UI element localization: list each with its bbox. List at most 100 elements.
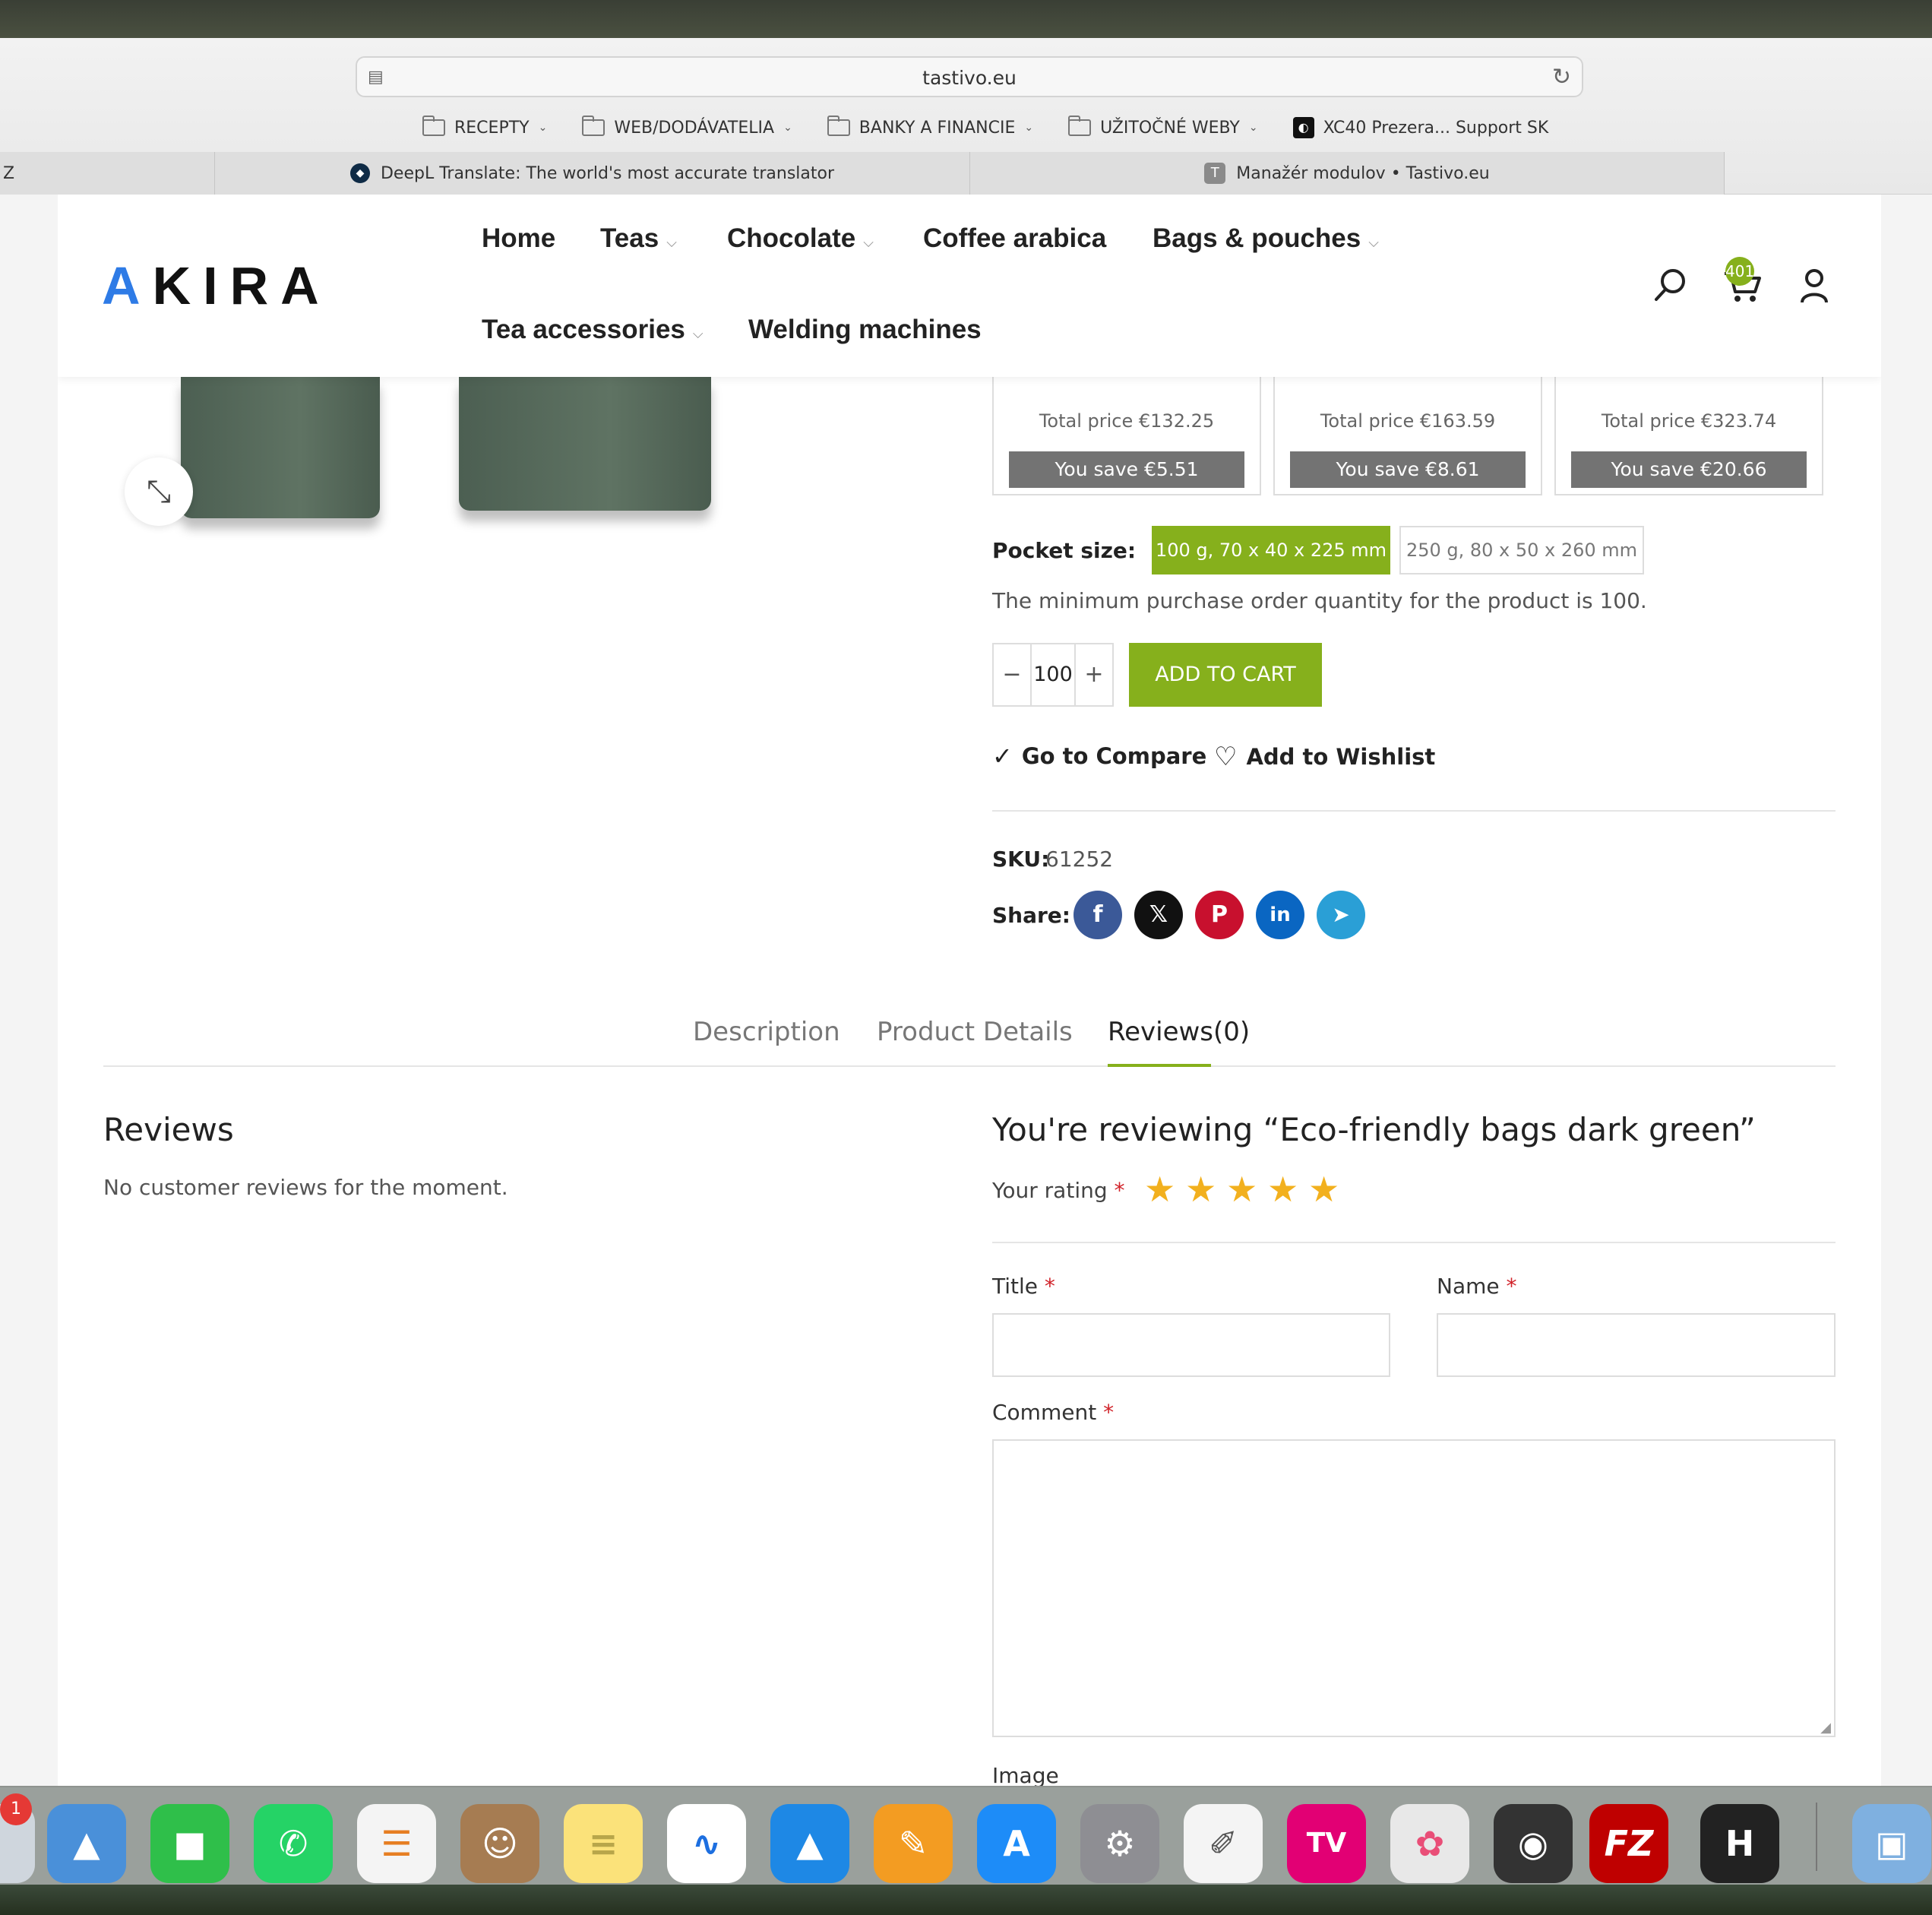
tab-deepl[interactable]: ◆ DeepL Translate: The world's most accu… [214, 152, 969, 195]
tab-z[interactable]: Z [0, 152, 214, 195]
tier-save-badge: You save €20.66 [1571, 451, 1807, 488]
whatsapp-app[interactable]: ✆ [254, 1804, 333, 1883]
user-icon[interactable] [1791, 263, 1837, 309]
name-input[interactable] [1437, 1313, 1836, 1377]
product-image-bag[interactable] [459, 377, 711, 511]
product-image-bag[interactable] [181, 377, 380, 518]
title-input[interactable] [992, 1313, 1390, 1377]
bookmark-xc40[interactable]: ◐ XC40 Prezera... Support SK [1292, 112, 1548, 143]
comment-textarea[interactable]: ◢ [992, 1439, 1836, 1737]
quantity-stepper: − 100 + [992, 643, 1114, 707]
tab-reviews[interactable]: Reviews(0) [1108, 1017, 1250, 1047]
image-label: Image [992, 1763, 1059, 1786]
divider [992, 1242, 1836, 1243]
tabs-divider [103, 1065, 1836, 1067]
xc40-icon: ◐ [1292, 117, 1314, 138]
magiotv-app[interactable]: TV [1287, 1804, 1366, 1883]
price-tier-1[interactable]: Total price €132.25 You save €5.51 [992, 362, 1261, 495]
nav-home[interactable]: Home [482, 223, 555, 254]
linkedin-icon[interactable]: in [1256, 891, 1304, 939]
contacts-app[interactable]: ☺ [460, 1804, 539, 1883]
add-to-cart-button[interactable]: ADD TO CART [1129, 643, 1322, 707]
price-tier-2[interactable]: Total price €163.59 You save €8.61 [1273, 362, 1542, 495]
bookmark-banky[interactable]: BANKY A FINANCIE ⌄ [827, 112, 1033, 143]
expand-icon[interactable]: ⤡ [125, 457, 193, 526]
bookmarks-bar: RECEPTY ⌄ WEB/DODÁVATELIA ⌄ BANKY A FINA… [422, 112, 1548, 143]
search-icon[interactable] [1647, 263, 1693, 309]
facebook-icon[interactable]: f [1074, 891, 1122, 939]
freeform-app[interactable]: ∿ [667, 1804, 746, 1883]
chevron-down-icon: ⌵ [692, 326, 704, 341]
add-to-wishlist-link[interactable]: ♡ Add to Wishlist [1214, 742, 1435, 772]
go-to-compare-link[interactable]: ✓ Go to Compare [992, 742, 1206, 771]
tab-bar: Z ◆ DeepL Translate: The world's most ac… [0, 152, 1932, 195]
filezilla-app[interactable]: FZ [1589, 1804, 1668, 1883]
pixelmator-app[interactable]: ✿ [1390, 1804, 1469, 1883]
preview-app[interactable]: ▣ [1852, 1804, 1931, 1883]
bookmark-web[interactable]: WEB/DODÁVATELIA ⌄ [582, 112, 792, 143]
nav-welding[interactable]: Welding machines [748, 315, 982, 345]
x-icon[interactable]: 𝕏 [1134, 891, 1183, 939]
reload-icon[interactable]: ↻ [1552, 64, 1571, 90]
tab-product-details[interactable]: Product Details [877, 1017, 1073, 1047]
nav-bags[interactable]: Bags & pouches ⌵ [1153, 223, 1379, 254]
h-app[interactable]: H [1700, 1804, 1779, 1883]
facetime-app[interactable]: ■ [150, 1804, 229, 1883]
size-option-100g[interactable]: 100 g, 70 x 40 x 225 mm [1152, 526, 1390, 574]
site-header: AKIRA Home Teas ⌵ Chocolate ⌵ Coffee arabi… [58, 195, 1881, 377]
desktop-bottom [0, 1885, 1932, 1915]
wishlist-label: Add to Wishlist [1246, 744, 1436, 770]
nav-tea-accessories[interactable]: Tea accessories ⌵ [482, 315, 704, 345]
desktop-top [0, 0, 1932, 38]
resize-handle-icon[interactable]: ◢ [1820, 1720, 1831, 1736]
size-option-250g[interactable]: 250 g, 80 x 50 x 260 mm [1399, 526, 1644, 574]
star-icon[interactable]: ★ [1185, 1169, 1216, 1210]
qty-plus-button[interactable]: + [1076, 644, 1112, 705]
compare-label: Go to Compare [1021, 743, 1207, 769]
folder-icon [422, 116, 445, 136]
notes-app[interactable]: ≡ [564, 1804, 643, 1883]
tab-description[interactable]: Description [693, 1017, 840, 1047]
bookmark-label: RECEPTY [454, 118, 530, 138]
telegram-icon[interactable]: ➤ [1317, 891, 1365, 939]
qty-input[interactable]: 100 [1030, 644, 1076, 705]
bookmark-label: UŽITOČNÉ WEBY [1100, 118, 1240, 138]
reminders-app[interactable]: ☰ [357, 1804, 436, 1883]
nav-coffee[interactable]: Coffee arabica [923, 223, 1106, 254]
maps-app[interactable]: ▲ [47, 1804, 126, 1883]
pinterest-icon[interactable]: P [1195, 891, 1244, 939]
nav-chocolate[interactable]: Chocolate ⌵ [727, 223, 874, 254]
chevron-down-icon: ⌵ [666, 235, 677, 250]
tier-total: Total price €163.59 [1320, 410, 1496, 432]
heart-icon: ♡ [1214, 742, 1238, 772]
tab-label: Manažér modulov • Tastivo.eu [1236, 163, 1490, 183]
pocket-size-label: Pocket size: [992, 538, 1137, 563]
folder-icon [1068, 116, 1092, 136]
star-icon[interactable]: ★ [1144, 1169, 1175, 1210]
bookmark-recepty[interactable]: RECEPTY ⌄ [422, 112, 547, 143]
review-form-title: You're reviewing “Eco-friendly bags dark… [992, 1111, 1756, 1148]
web-page: AKIRA Home Teas ⌵ Chocolate ⌵ Coffee arabi… [58, 195, 1881, 1786]
title-label: Title * [992, 1274, 1055, 1299]
nav-teas[interactable]: Teas ⌵ [600, 223, 677, 254]
rating-label: Your rating * [992, 1178, 1125, 1203]
site-logo[interactable]: AKIRA [102, 255, 331, 316]
qty-minus-button[interactable]: − [994, 644, 1030, 705]
imagecapture-app[interactable]: ◉ [1494, 1804, 1573, 1883]
appstore-app[interactable]: A [977, 1804, 1056, 1883]
bookmark-label: WEB/DODÁVATELIA [614, 118, 775, 138]
pages-app[interactable]: ✎ [874, 1804, 953, 1883]
chevron-down-icon: ⌄ [1024, 122, 1034, 134]
bookmark-uzitocne[interactable]: UŽITOČNÉ WEBY ⌄ [1068, 112, 1258, 143]
star-icon[interactable]: ★ [1267, 1169, 1298, 1210]
tab-manazer[interactable]: T Manažér modulov • Tastivo.eu [969, 152, 1725, 195]
settings-app[interactable]: ⚙ [1080, 1804, 1159, 1883]
textedit-app[interactable]: ✐ [1184, 1804, 1263, 1883]
tier-total: Total price €132.25 [1039, 410, 1215, 432]
address-bar[interactable]: ▤ tastivo.eu ↻ [356, 56, 1583, 97]
price-tier-3[interactable]: Total price €323.74 You save €20.66 [1554, 362, 1823, 495]
star-icon[interactable]: ★ [1308, 1169, 1339, 1210]
page-margin-left [0, 195, 58, 1786]
star-icon[interactable]: ★ [1226, 1169, 1257, 1210]
keynote-app[interactable]: ▲ [770, 1804, 849, 1883]
